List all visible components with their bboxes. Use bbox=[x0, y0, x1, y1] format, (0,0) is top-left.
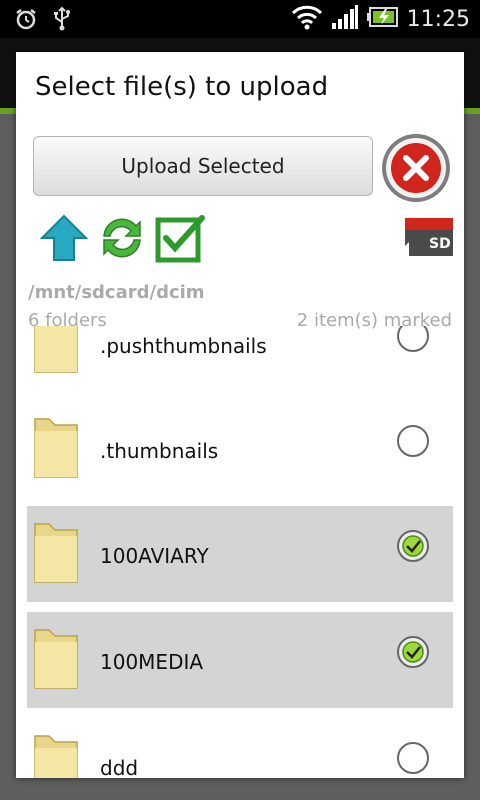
radio-checked-icon[interactable] bbox=[395, 634, 431, 670]
list-item-selected[interactable]: 100MEDIA bbox=[27, 612, 453, 708]
file-toolbar bbox=[38, 212, 206, 264]
folder-icon bbox=[34, 523, 78, 583]
list-item[interactable]: .pushthumbnails bbox=[27, 326, 453, 392]
folder-name: 100AVIARY bbox=[100, 544, 209, 568]
upload-dialog: Select file(s) to upload Upload Selected bbox=[16, 52, 464, 778]
signal-icon bbox=[331, 4, 359, 34]
radio-unchecked-icon[interactable] bbox=[395, 740, 431, 776]
radio-unchecked-icon[interactable] bbox=[395, 423, 431, 459]
up-arrow-icon bbox=[39, 214, 89, 261]
battery-charging-icon bbox=[366, 5, 399, 33]
list-item-selected[interactable]: 100AVIARY bbox=[27, 506, 453, 602]
folder-name: 100MEDIA bbox=[100, 650, 204, 674]
folder-icon bbox=[34, 735, 78, 778]
folder-icon bbox=[34, 418, 78, 478]
folder-name: .thumbnails bbox=[100, 439, 219, 463]
upload-selected-button[interactable]: Upload Selected bbox=[33, 136, 373, 196]
folder-icon bbox=[34, 326, 78, 373]
list-item[interactable]: ddd bbox=[27, 718, 453, 778]
folder-list: .pushthumbnails .thumbnails 100AVIARY 10… bbox=[16, 326, 464, 778]
list-item[interactable]: .thumbnails bbox=[27, 401, 453, 497]
radio-checked-icon[interactable] bbox=[395, 528, 431, 564]
check-all-button[interactable] bbox=[154, 212, 206, 264]
status-bar: 11:25 bbox=[0, 0, 480, 38]
folder-name: .pushthumbnails bbox=[100, 334, 267, 358]
close-button[interactable] bbox=[380, 132, 452, 204]
up-folder-button[interactable] bbox=[38, 212, 90, 264]
folder-icon bbox=[34, 629, 78, 689]
usb-icon bbox=[52, 6, 72, 36]
dialog-title: Select file(s) to upload bbox=[35, 72, 329, 102]
refresh-icon bbox=[103, 218, 141, 258]
radio-unchecked-icon[interactable] bbox=[395, 326, 431, 354]
sd-card-label: SD bbox=[429, 236, 451, 252]
wifi-icon bbox=[291, 4, 323, 34]
clock-time: 11:25 bbox=[406, 6, 470, 32]
close-icon bbox=[382, 134, 450, 202]
refresh-button[interactable] bbox=[96, 212, 148, 264]
folder-name: ddd bbox=[100, 756, 139, 778]
current-path: /mnt/sdcard/dcim bbox=[28, 282, 205, 303]
alarm-icon bbox=[14, 7, 38, 35]
sd-card-button[interactable]: SD bbox=[405, 218, 453, 256]
check-all-icon bbox=[155, 215, 205, 263]
